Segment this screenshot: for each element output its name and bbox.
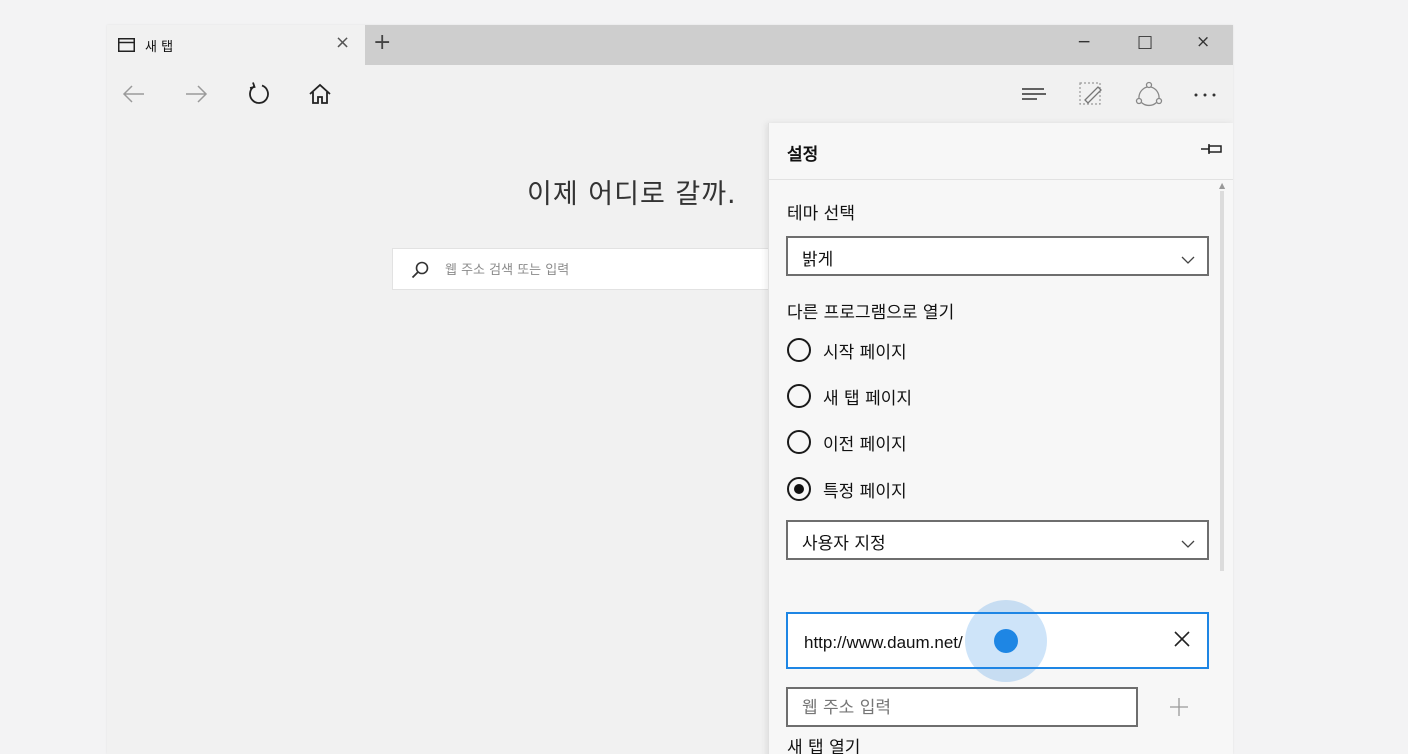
radio-circle-selected <box>787 477 811 501</box>
back-button[interactable] <box>119 79 149 109</box>
radio-circle <box>787 430 811 454</box>
settings-header: 설정 <box>769 123 1233 180</box>
radio-dot <box>794 484 804 494</box>
radio-label: 이전 페이지 <box>823 435 907 455</box>
clear-button[interactable] <box>1171 628 1193 654</box>
clear-icon <box>1174 631 1190 647</box>
page-select[interactable]: 사용자 지정 <box>786 520 1209 560</box>
settings-title: 설정 <box>787 145 819 165</box>
theme-label: 테마 선택 <box>787 204 855 224</box>
close-window-button[interactable]: × <box>1196 32 1210 52</box>
hub-button[interactable] <box>1019 79 1049 109</box>
new-tab-open-label: 새 탭 열기 <box>787 738 861 754</box>
web-note-button[interactable] <box>1076 79 1106 109</box>
hub-icon <box>1022 88 1046 100</box>
home-icon <box>309 83 331 104</box>
tab-page-icon <box>118 37 135 52</box>
search-input[interactable] <box>443 257 747 283</box>
tab-strip: 새 탭 × + − □ × <box>107 25 1233 65</box>
new-tab-button[interactable]: + <box>373 30 391 55</box>
theme-select-value: 밝게 <box>802 250 834 270</box>
maximize-button[interactable]: □ <box>1137 32 1153 52</box>
pin-button[interactable] <box>1201 141 1223 161</box>
share-button[interactable] <box>1134 79 1164 109</box>
back-arrow-icon <box>122 85 144 103</box>
page-select-value: 사용자 지정 <box>802 534 886 554</box>
refresh-button[interactable] <box>244 79 274 109</box>
add-icon <box>1170 698 1188 716</box>
more-icon <box>1194 93 1216 97</box>
page-headline: 이제 어디로 갈까. <box>527 179 737 210</box>
radio-label: 시작 페이지 <box>823 343 907 363</box>
home-button[interactable] <box>305 79 335 109</box>
minimize-button[interactable]: − <box>1077 32 1091 52</box>
url-input[interactable] <box>802 630 1106 656</box>
scrollbar[interactable] <box>1220 191 1224 571</box>
radio-circle <box>787 384 811 408</box>
refresh-icon <box>249 82 269 104</box>
web-note-icon <box>1079 82 1102 105</box>
tab-new-tab[interactable]: 새 탭 × <box>107 25 365 65</box>
scroll-up-arrow[interactable]: ▲ <box>1219 181 1225 190</box>
radio-label: 특정 페이지 <box>823 482 907 502</box>
theme-select[interactable]: 밝게 <box>786 236 1209 276</box>
chevron-down-icon <box>1181 250 1195 269</box>
share-icon <box>1135 81 1163 107</box>
browser-window: 새 탭 × + − □ × 이제 어디로 갈까. 웹 주소 검색 또는 입력 설… <box>107 25 1233 754</box>
open-with-label: 다른 프로그램으로 열기 <box>787 303 955 323</box>
touch-indicator <box>994 629 1018 653</box>
forward-arrow-icon <box>186 85 208 103</box>
web-address-input[interactable] <box>800 696 1124 720</box>
search-icon <box>411 261 429 283</box>
tab-close-button[interactable]: × <box>335 32 350 53</box>
radio-circle <box>787 338 811 362</box>
pin-icon <box>1201 144 1222 154</box>
forward-button[interactable] <box>181 79 211 109</box>
settings-panel: 설정 ▲ 테마 선택 밝게 다른 프로그램으로 열기 시작 페이지 새 탭 페이… <box>768 123 1233 754</box>
web-address-field[interactable] <box>786 687 1138 727</box>
radio-label: 새 탭 페이지 <box>823 389 913 409</box>
add-page-button[interactable] <box>1169 697 1189 721</box>
navigation-bar <box>107 65 1233 121</box>
more-button[interactable] <box>1191 79 1221 109</box>
chevron-down-icon <box>1181 534 1195 553</box>
tab-title: 새 탭 <box>145 40 174 55</box>
